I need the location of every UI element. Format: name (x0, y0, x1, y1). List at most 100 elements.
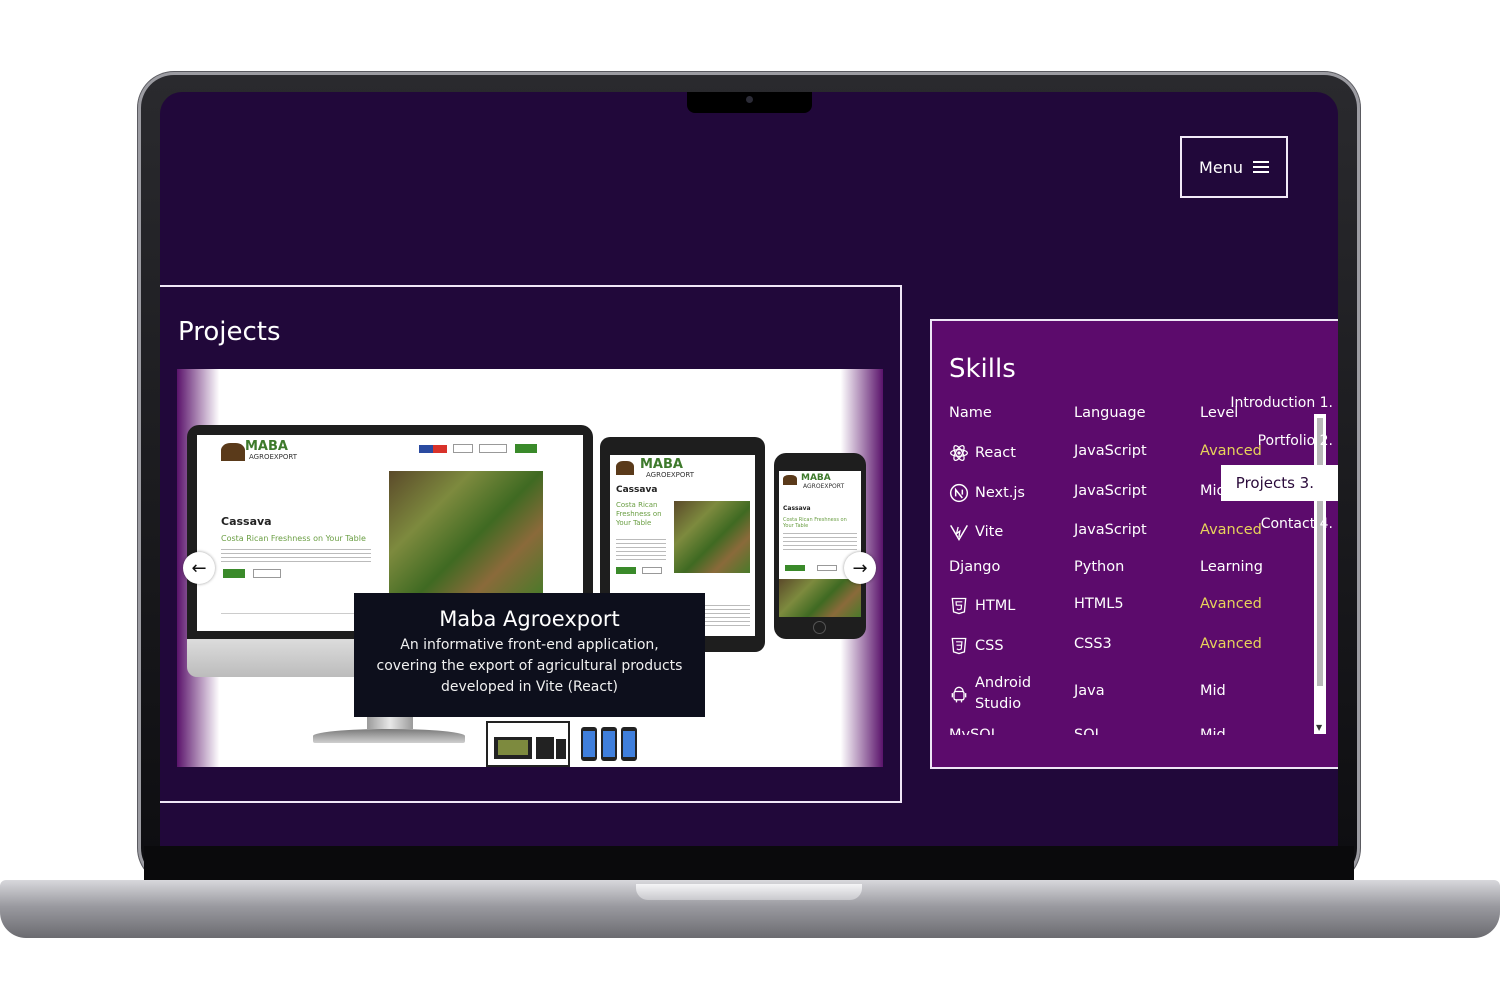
nav-button (515, 444, 537, 453)
tablet-image (674, 501, 750, 573)
laptop-screen: Menu Projects MABA AGROEXPORT Cassava Co… (160, 92, 1338, 846)
nextjs-icon (949, 483, 969, 503)
html5-icon (951, 597, 967, 615)
hamburger-icon (1252, 161, 1269, 173)
skill-language: SQL (1074, 727, 1103, 735)
skill-name-cell: Django (949, 559, 1000, 575)
projects-section: Projects MABA AGROEXPORT Cassava Costa R… (160, 285, 902, 803)
skills-title: Skills (949, 354, 1016, 384)
skill-name-cell: HTML (949, 596, 1015, 616)
skill-language: JavaScript (1074, 522, 1147, 538)
site-logo: MABA (245, 439, 288, 454)
skill-level: Avanced (1200, 596, 1262, 612)
vite-icon (950, 524, 968, 541)
phone-image (779, 579, 861, 617)
skill-name-cell: MySQL (949, 727, 999, 735)
header-language: Language (1074, 405, 1146, 421)
tablet-paragraph (616, 539, 666, 561)
skill-level: Mid (1200, 727, 1226, 735)
cassava-image (389, 471, 543, 595)
project-carousel[interactable]: MABA AGROEXPORT Cassava Costa Rican Fres… (177, 369, 883, 767)
css3-icon (951, 637, 967, 655)
skill-name: CSS (975, 638, 1004, 654)
phone-screen: MABA AGROEXPORT Cassava Costa Rican Fres… (779, 471, 861, 617)
caption-title: Maba Agroexport (439, 607, 620, 631)
side-nav-contact[interactable]: Contact 4. (1261, 516, 1333, 532)
header-name: Name (949, 405, 992, 421)
phone-logo-sub: AGROEXPORT (803, 483, 845, 490)
caption-description: An informative front-end application, co… (376, 637, 683, 695)
skill-language: Python (1074, 559, 1125, 575)
camera-icon (746, 96, 753, 103)
phone-heading: Cassava (783, 505, 811, 512)
site-logo-sub: AGROEXPORT (249, 453, 298, 461)
phone-home-button (813, 621, 826, 634)
skill-name: Android Studio (975, 675, 1032, 712)
skill-name: Django (949, 559, 1001, 575)
skill-level: Avanced (1200, 443, 1262, 459)
skill-language: CSS3 (1074, 636, 1112, 652)
skill-name: Next.js (975, 485, 1025, 501)
skill-language: Java (1074, 683, 1105, 699)
slide-caption: Maba Agroexport An informative front-end… (354, 593, 705, 717)
desktop-mockup-stand (313, 729, 465, 743)
tablet-button (642, 567, 662, 574)
skill-language: HTML5 (1074, 596, 1124, 612)
side-nav-portfolio[interactable]: Portfolio 2. (1258, 433, 1333, 449)
skills-table: Name Language Level React JavaScript Ava… (949, 401, 1309, 735)
carousel-thumbnail-2[interactable] (577, 721, 661, 767)
logo-plant-icon (783, 475, 797, 485)
slide-tagline: Costa Rican Freshness on Your Table (221, 534, 366, 543)
table-row: Android Studio Java Mid (949, 673, 1309, 715)
projects-title: Projects (178, 317, 281, 347)
skill-language: JavaScript (1074, 443, 1147, 459)
scrollbar-thumb[interactable] (1317, 418, 1323, 686)
camera-notch (687, 92, 812, 113)
menu-button[interactable]: Menu (1180, 136, 1288, 198)
flag-icons (419, 445, 447, 453)
phone-paragraph (783, 533, 857, 551)
thumb-tablet (536, 737, 554, 759)
side-nav-projects[interactable]: Projects 3. (1220, 465, 1338, 501)
skills-scrollbar[interactable]: ▼ (1314, 414, 1326, 734)
thumb-monitor-screen (498, 740, 528, 755)
arrow-left-icon: ← (191, 557, 207, 579)
scroll-down-arrow-icon[interactable]: ▼ (1316, 723, 1322, 732)
carousel-prev-button[interactable]: ← (183, 552, 215, 584)
tablet-heading: Cassava (616, 485, 658, 495)
skills-section: Skills Name Language Level React JavaScr… (930, 319, 1338, 769)
tablet-button (616, 567, 636, 574)
skill-level: Avanced (1200, 522, 1262, 538)
slide-heading: Cassava (221, 515, 272, 528)
tablet-logo-sub: AGROEXPORT (646, 471, 695, 479)
arrow-right-icon: → (852, 557, 868, 579)
carousel-thumbnail-1[interactable] (486, 721, 570, 767)
skill-name: MySQL (949, 727, 999, 735)
skill-name-cell: React (949, 443, 1016, 463)
thumb-phone-screen (583, 731, 595, 757)
slide-button (223, 569, 245, 578)
skill-level: Avanced (1200, 636, 1262, 652)
logo-plant-icon (616, 461, 634, 475)
tablet-logo: MABA (640, 457, 683, 472)
skill-name-cell: CSS (949, 636, 1004, 656)
skill-name: HTML (975, 598, 1016, 614)
carousel-next-button[interactable]: → (844, 552, 876, 584)
side-nav-introduction[interactable]: Introduction 1. (1230, 395, 1333, 411)
phone-button (817, 565, 837, 571)
react-icon (950, 444, 968, 462)
skill-language: JavaScript (1074, 483, 1147, 499)
laptop-trackpad-notch (636, 884, 862, 900)
android-icon (951, 686, 967, 703)
skill-level: Mid (1200, 683, 1226, 699)
laptop-chin (144, 846, 1354, 884)
thumb-phone-screen (603, 731, 615, 757)
skill-name-cell: Next.js (949, 483, 1025, 503)
thumb-phone (556, 739, 566, 759)
skill-name-cell: Vite (949, 522, 1003, 542)
skill-name-cell: Android Studio (949, 673, 1045, 715)
phone-button (785, 565, 805, 571)
nav-button (479, 444, 507, 453)
phone-tagline: Costa Rican Freshness on Your Table (783, 517, 847, 529)
skill-name: React (975, 445, 1016, 461)
